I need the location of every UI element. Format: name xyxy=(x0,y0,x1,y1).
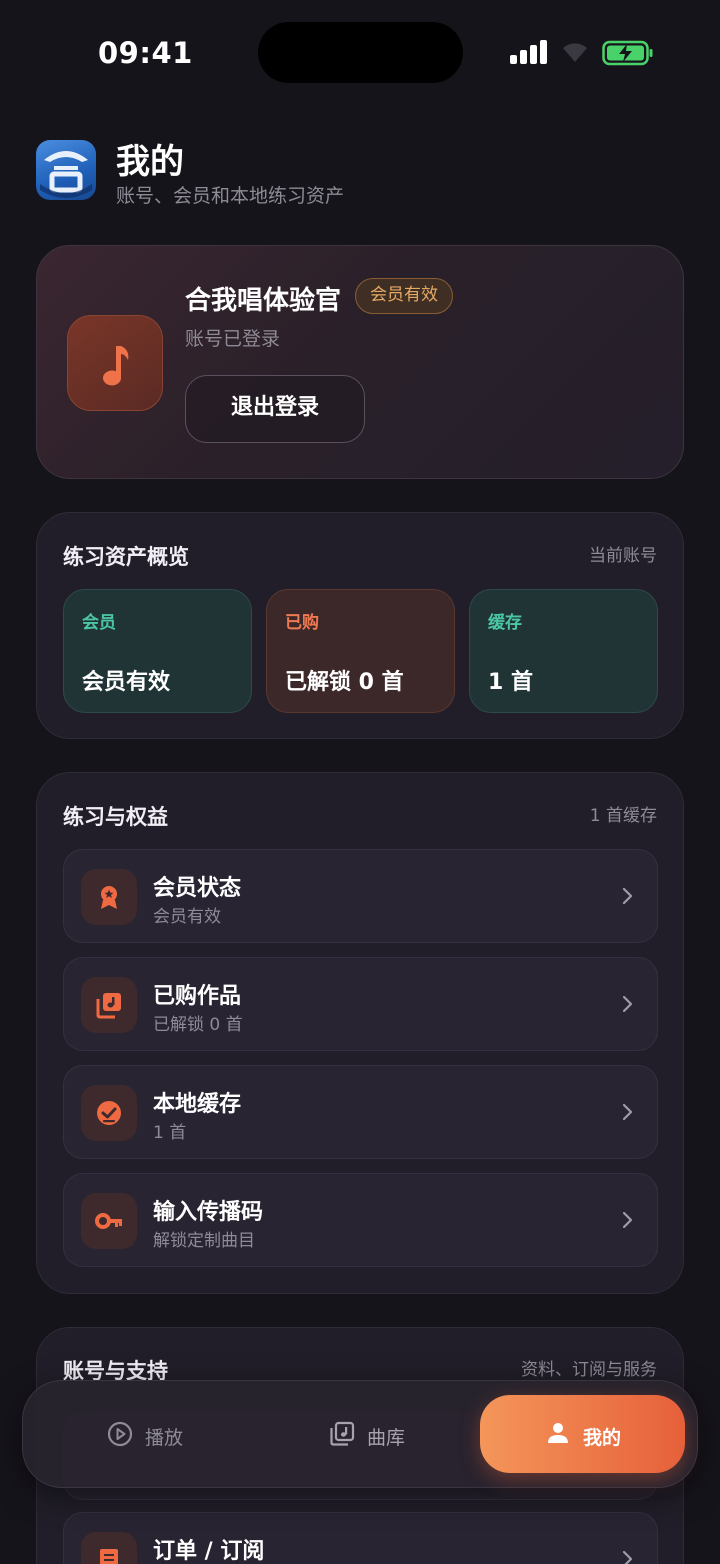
list-item-subtitle: 1 首 xyxy=(153,1123,187,1143)
list-item-subtitle: 会员有效 xyxy=(153,907,221,927)
section-meta: 资料、订阅与服务 xyxy=(521,1360,657,1380)
tab-play[interactable]: 播放 xyxy=(83,1395,263,1473)
list-item-title: 本地缓存 xyxy=(153,1092,242,1117)
chevron-right-icon xyxy=(622,995,633,1013)
chevron-right-icon xyxy=(622,1550,633,1564)
cellular-signal-icon xyxy=(510,40,550,64)
list-item-title: 订单 / 订阅 xyxy=(153,1539,265,1564)
status-bar: 09:41 xyxy=(0,0,720,100)
music-library-icon xyxy=(81,977,137,1033)
list-item-share-code[interactable]: 输入传播码 解锁定制曲目 xyxy=(63,1173,658,1267)
stat-tile-purchased[interactable]: 已购 已解锁 0 首 xyxy=(266,589,455,713)
profile-name: 合我唱体验官 xyxy=(185,286,342,316)
list-item-title: 会员状态 xyxy=(153,876,242,901)
profile-card: 合我唱体验官 会员有效 账号已登录 退出登录 xyxy=(36,245,684,479)
avatar xyxy=(67,315,163,411)
asset-overview-card: 练习资产概览 当前账号 会员 会员有效 已购 已解锁 0 首 缓存 1 首 xyxy=(36,512,684,739)
list-item-orders[interactable]: 订单 / 订阅 xyxy=(63,1512,658,1564)
check-circle-icon xyxy=(81,1085,137,1141)
chevron-right-icon xyxy=(622,887,633,905)
section-meta: 1 首缓存 xyxy=(589,806,657,826)
tab-label: 曲库 xyxy=(367,1427,406,1449)
practice-benefits-card: 练习与权益 1 首缓存 会员状态 会员有效 已购作品 已解锁 0 首 本地缓存 … xyxy=(36,772,684,1294)
list-item-local-cache[interactable]: 本地缓存 1 首 xyxy=(63,1065,658,1159)
page-title: 我的 xyxy=(116,142,184,182)
stat-value: 1 首 xyxy=(488,670,533,695)
battery-charging-icon xyxy=(602,40,653,66)
logout-button[interactable]: 退出登录 xyxy=(185,375,365,443)
list-item-title: 输入传播码 xyxy=(153,1200,264,1225)
receipt-icon xyxy=(81,1532,137,1564)
stat-label: 缓存 xyxy=(488,613,522,633)
stat-value: 已解锁 0 首 xyxy=(285,670,404,695)
list-item-subtitle: 解锁定制曲目 xyxy=(153,1231,255,1251)
play-circle-icon xyxy=(107,1421,133,1447)
list-item-purchased[interactable]: 已购作品 已解锁 0 首 xyxy=(63,957,658,1051)
person-icon xyxy=(548,1423,568,1443)
chevron-right-icon xyxy=(622,1211,633,1229)
key-icon xyxy=(81,1193,137,1249)
bottom-nav: 播放 曲库 我的 xyxy=(22,1380,698,1488)
status-time: 09:41 xyxy=(98,36,193,70)
stat-label: 会员 xyxy=(82,613,116,633)
member-status-badge: 会员有效 xyxy=(355,278,453,314)
section-meta: 当前账号 xyxy=(589,546,657,566)
wifi-icon xyxy=(563,43,587,62)
login-status: 账号已登录 xyxy=(185,328,281,350)
tab-label: 我的 xyxy=(583,1427,622,1449)
stat-label: 已购 xyxy=(285,613,319,633)
list-item-title: 已购作品 xyxy=(153,984,242,1009)
music-library-icon xyxy=(330,1421,355,1446)
tab-label: 播放 xyxy=(145,1427,184,1449)
section-title: 练习资产概览 xyxy=(63,545,189,569)
music-note-icon xyxy=(103,346,129,386)
app-logo-icon xyxy=(36,140,96,200)
dynamic-island xyxy=(258,22,463,83)
tab-mine[interactable]: 我的 xyxy=(480,1395,685,1473)
page-subtitle: 账号、会员和本地练习资产 xyxy=(116,185,345,207)
stat-value: 会员有效 xyxy=(82,670,171,695)
tab-library[interactable]: 曲库 xyxy=(305,1395,485,1473)
medal-icon xyxy=(81,869,137,925)
chevron-right-icon xyxy=(622,1103,633,1121)
stat-tile-cache[interactable]: 缓存 1 首 xyxy=(469,589,658,713)
list-item-subtitle: 已解锁 0 首 xyxy=(153,1015,243,1035)
stat-tile-member[interactable]: 会员 会员有效 xyxy=(63,589,252,713)
section-title: 练习与权益 xyxy=(63,805,168,829)
list-item-membership[interactable]: 会员状态 会员有效 xyxy=(63,849,658,943)
